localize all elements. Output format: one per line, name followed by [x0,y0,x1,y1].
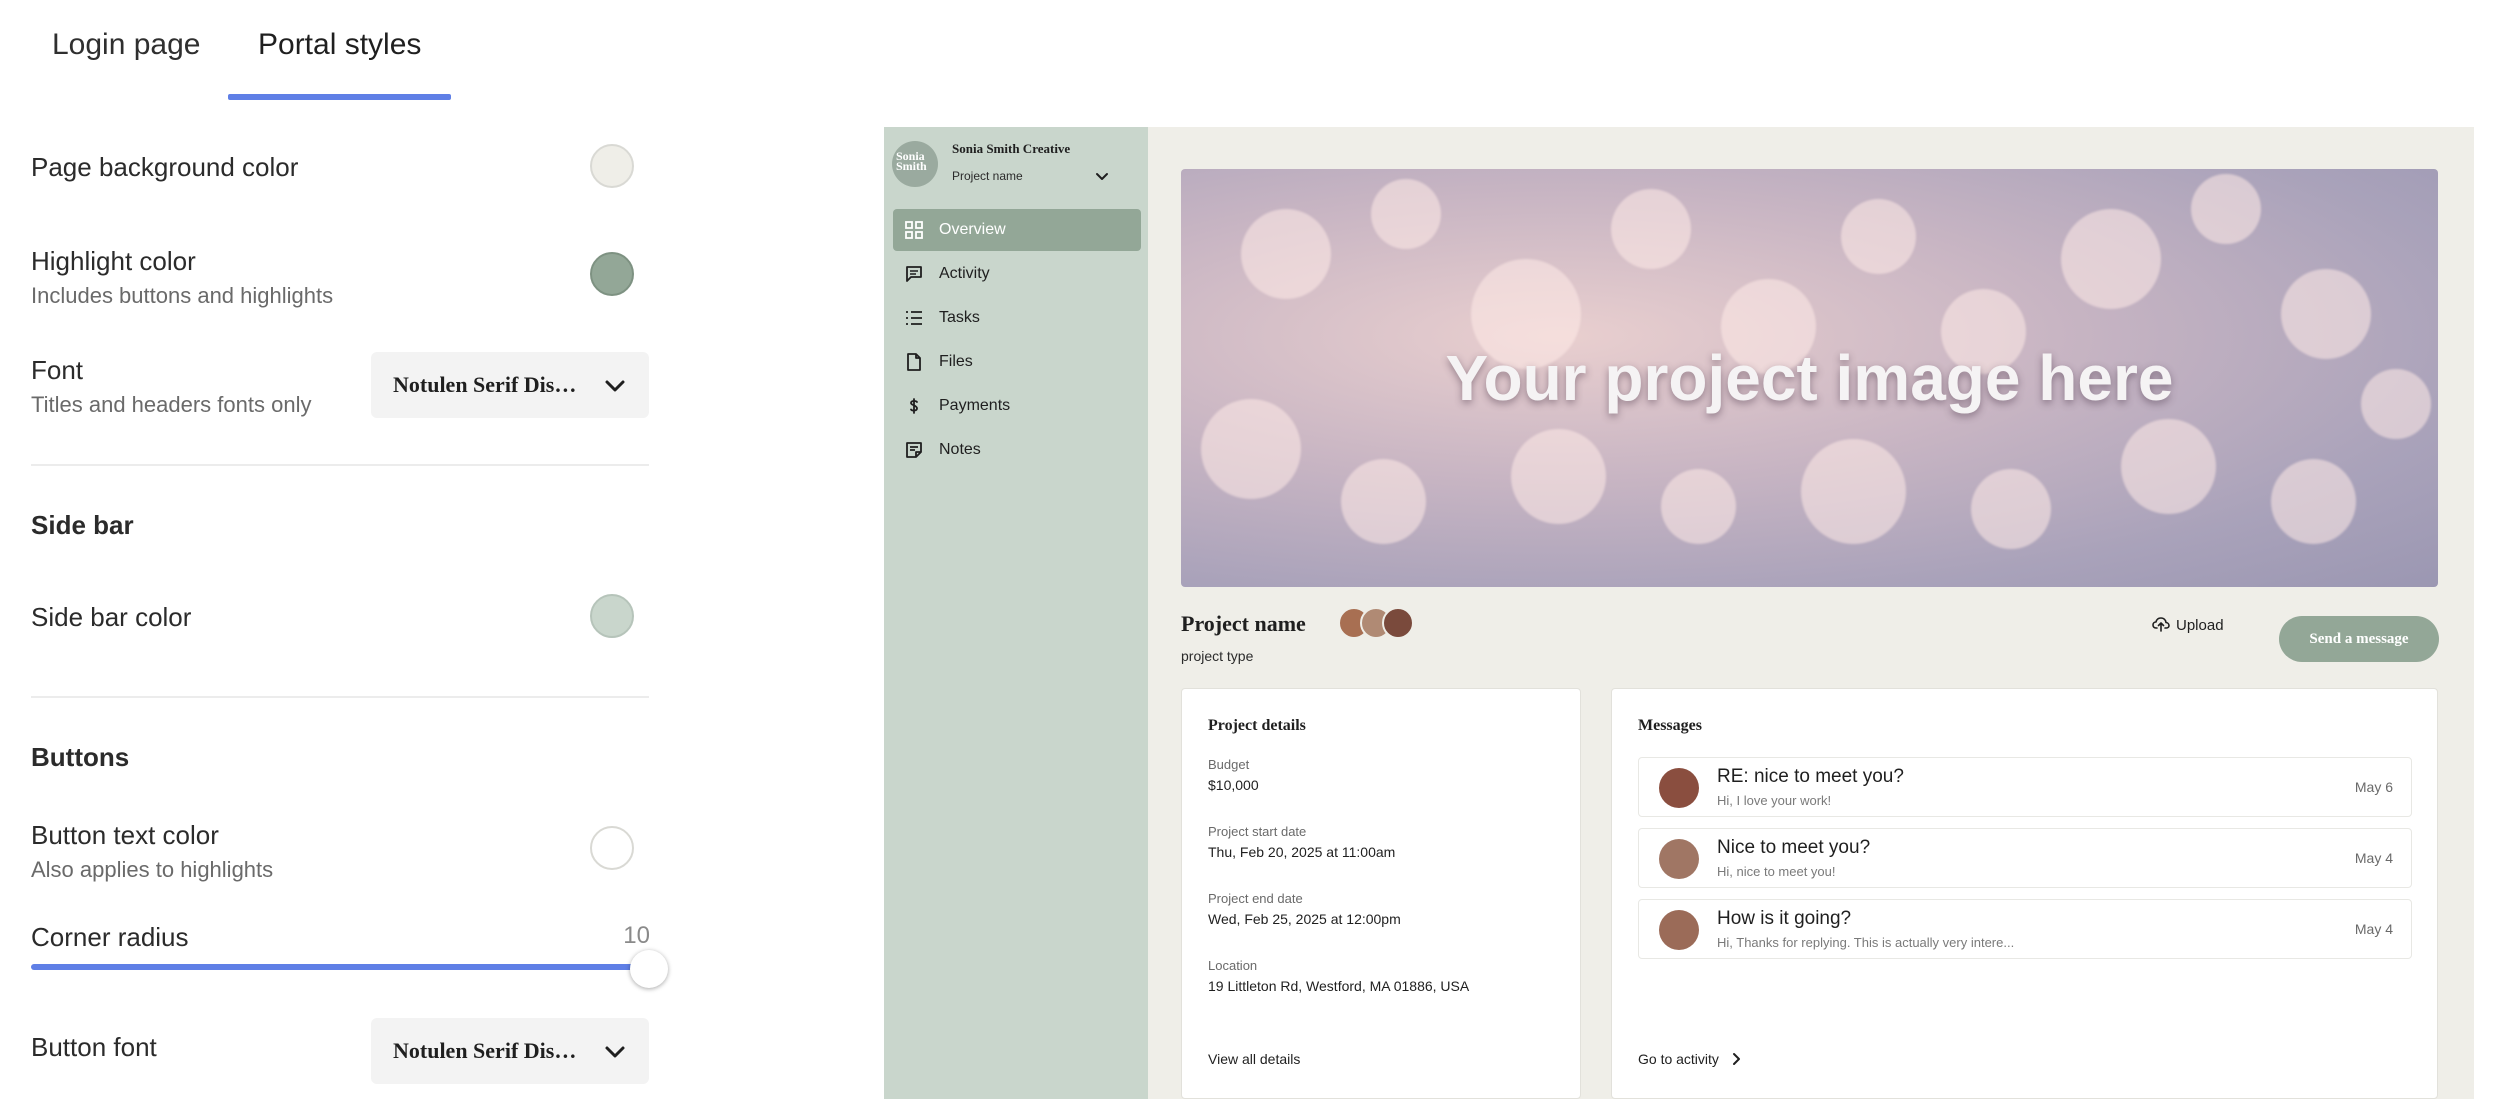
message-subject: Nice to meet you? [1717,837,1871,858]
project-selector-label[interactable]: Project name [952,169,1023,183]
messages-card: Messages RE: nice to meet you? Hi, I lov… [1611,688,2438,1099]
send-message-button[interactable]: Send a message [2279,616,2439,662]
end-date-value: Wed, Feb 25, 2025 at 12:00pm [1208,911,1401,927]
hero-placeholder-text: Your project image here [1445,342,2174,414]
upload-cloud-icon [2152,617,2170,632]
chat-icon [906,266,922,282]
sidebar-item-notes[interactable]: Notes [893,429,1141,471]
project-details-card: Project details Budget $10,000 Project s… [1181,688,1581,1099]
buttons-section: Buttons [31,742,651,773]
end-date-label: Project end date [1208,891,1303,906]
upload-button[interactable]: Upload [2152,615,2224,634]
sidebar-item-files[interactable]: Files [893,341,1141,383]
view-all-details-link[interactable]: View all details [1208,1051,1300,1067]
avatar [1659,910,1699,950]
grid-icon [905,221,923,239]
page-background-row: Page background color [31,152,651,183]
highlight-row: Highlight color Includes buttons and hig… [31,246,651,309]
sidebar-item-label: Overview [939,221,1006,238]
card-title: Messages [1638,717,1702,734]
avatar [1382,607,1414,639]
budget-value: $10,000 [1208,777,1259,793]
message-preview: Hi, Thanks for replying. This is actuall… [1717,935,2015,950]
sidebar-item-label: Payments [939,397,1011,414]
brand-name: Sonia Smith Creative [952,141,1071,156]
sidebar-item-overview[interactable]: Overview [893,209,1141,251]
start-date-value: Thu, Feb 20, 2025 at 11:00am [1208,844,1396,860]
note-icon [906,442,922,458]
button-text-color-row: Button text color Also applies to highli… [31,820,651,883]
dollar-icon [910,398,918,414]
page-background-swatch[interactable] [590,144,634,188]
chevron-down-icon[interactable] [1094,169,1110,185]
list-icon [906,311,922,325]
sidebar-item-label: Tasks [939,309,980,326]
project-hero-image: Your project image here [1181,169,2438,587]
highlight-sublabel: Includes buttons and highlights [31,283,334,308]
sidebar-item-label: Files [939,353,973,370]
corner-radius-row: Corner radius [31,922,651,953]
project-title: Project name [1181,611,1306,636]
sidebar-item-label: Notes [939,441,981,458]
portal-preview: Sonia Smith Sonia Smith Creative Project… [884,127,2474,1099]
button-text-color-swatch[interactable] [590,826,634,870]
divider [31,464,649,466]
sidebar-item-payments[interactable]: Payments [893,385,1141,427]
sidebar-color-row: Side bar color [31,602,651,633]
brand-logo: Sonia Smith [892,141,938,187]
button-font-select[interactable]: Notulen Serif Display [371,1018,649,1084]
sidebar-item-activity[interactable]: Activity [893,253,1141,295]
chevron-down-icon [605,1046,625,1058]
corner-radius-label: Corner radius [31,922,189,952]
message-date: May 6 [2354,779,2393,795]
location-value: 19 Littleton Rd, Westford, MA 01886, USA [1208,978,1470,994]
chevron-right-icon [1732,1053,1740,1065]
button-text-color-label: Button text color [31,820,219,850]
portal-sidebar: Sonia Smith Sonia Smith Creative Project… [884,127,1148,1099]
card-title: Project details [1208,717,1306,734]
buttons-section-heading: Buttons [31,742,130,772]
highlight-swatch[interactable] [590,252,634,296]
font-select[interactable]: Notulen Serif Display [371,352,649,418]
sidebar-item-label: Activity [939,265,990,282]
avatar [1659,768,1699,808]
message-subject: RE: nice to meet you? [1717,766,1904,787]
chevron-down-icon [605,380,625,392]
divider [31,696,649,698]
location-label: Location [1208,958,1258,973]
sidebar-color-label: Side bar color [31,602,192,632]
highlight-label: Highlight color [31,246,196,276]
message-item[interactable]: RE: nice to meet you? Hi, I love your wo… [1638,757,2412,817]
message-subject: How is it going? [1717,908,1852,929]
sidebar-section: Side bar [31,510,651,541]
button-font-select-value: Notulen Serif Display [393,1038,583,1063]
message-item[interactable]: How is it going? Hi, Thanks for replying… [1638,899,2412,959]
button-text-color-sublabel: Also applies to highlights [31,857,274,882]
tab-login-page[interactable]: Login page [52,28,200,100]
message-preview: Hi, I love your work! [1717,793,1832,808]
corner-radius-slider-handle[interactable] [630,950,668,988]
style-tabs: Login page Portal styles [0,0,700,100]
start-date-label: Project start date [1208,824,1307,839]
go-to-activity-link[interactable]: Go to activity [1638,1051,1743,1067]
sidebar-section-heading: Side bar [31,510,134,540]
project-type: project type [1181,648,1254,664]
sidebar-color-swatch[interactable] [590,594,634,638]
message-preview: Hi, nice to meet you! [1717,864,1836,879]
file-icon [907,353,921,371]
budget-label: Budget [1208,757,1250,772]
sidebar-item-tasks[interactable]: Tasks [893,297,1141,339]
avatar [1659,839,1699,879]
corner-radius-slider-track[interactable] [31,964,649,970]
page-background-label: Page background color [31,152,299,182]
message-date: May 4 [2354,850,2393,866]
message-item[interactable]: Nice to meet you? Hi, nice to meet you! … [1638,828,2412,888]
message-date: May 4 [2354,921,2393,937]
tab-portal-styles[interactable]: Portal styles [228,28,452,100]
corner-radius-value: 10 [623,922,650,949]
font-select-value: Notulen Serif Display [393,372,583,397]
